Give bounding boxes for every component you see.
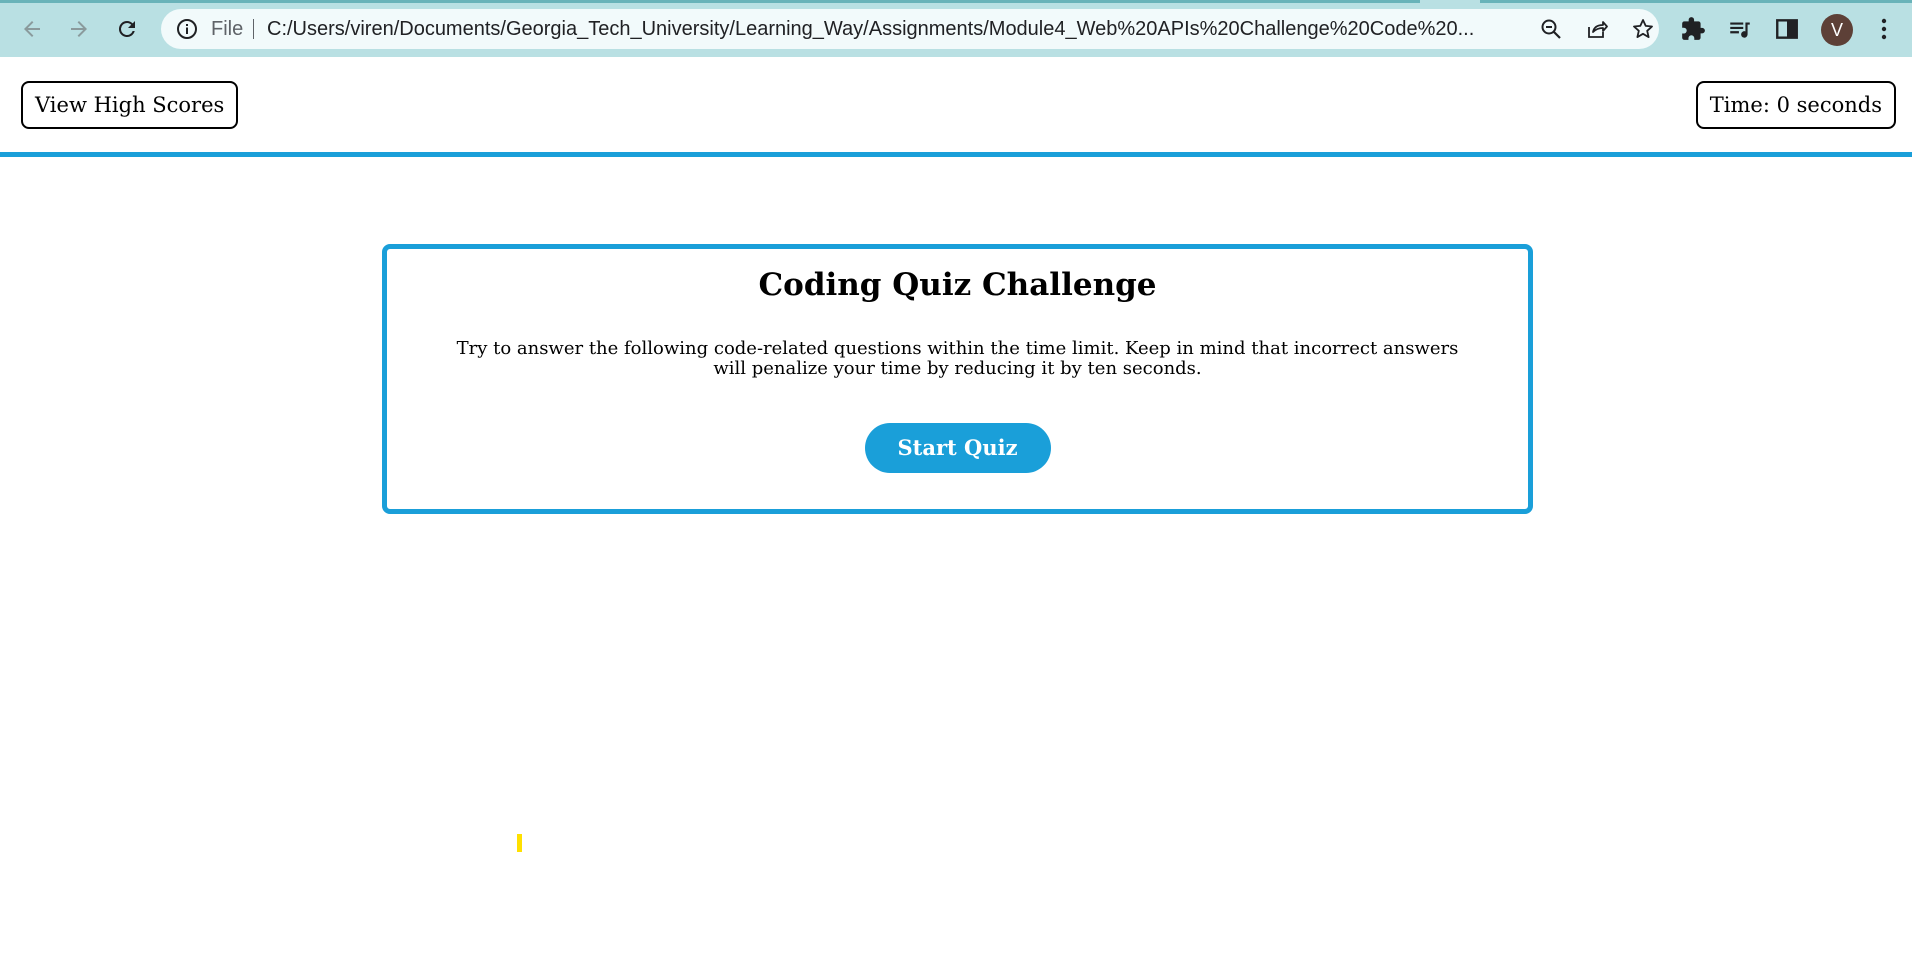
active-tab-edge <box>0 0 1420 3</box>
kebab-menu-icon[interactable] <box>1872 16 1896 42</box>
arrow-right-icon <box>71 21 87 37</box>
side-panel-icon[interactable] <box>1774 16 1800 42</box>
puzzle-icon[interactable] <box>1680 16 1706 42</box>
start-quiz-button[interactable]: Start Quiz <box>864 423 1051 473</box>
view-high-scores-button[interactable]: View High Scores <box>21 81 239 129</box>
info-icon[interactable] <box>175 17 199 41</box>
star-icon[interactable] <box>1631 17 1655 41</box>
back-button[interactable] <box>12 9 52 49</box>
scheme-label: File <box>211 18 244 40</box>
reload-button[interactable] <box>107 9 147 49</box>
address-bar[interactable]: File C:/Users/viren/Documents/Georgia_Te… <box>161 9 1659 49</box>
url-text[interactable]: C:/Users/viren/Documents/Georgia_Tech_Un… <box>267 9 1497 49</box>
browser-toolbar: File C:/Users/viren/Documents/Georgia_Te… <box>0 0 1912 57</box>
address-divider <box>253 19 254 39</box>
timer-display: Time: 0 seconds <box>1695 81 1896 129</box>
page-header: View High Scores Time: 0 seconds <box>0 57 1912 157</box>
tab-strip <box>0 0 1912 3</box>
text-cursor-highlight <box>517 834 522 852</box>
quiz-description: Try to answer the following code-related… <box>456 338 1459 379</box>
tab-edge <box>1480 0 1912 3</box>
zoom-out-icon[interactable] <box>1539 17 1563 41</box>
media-queue-icon[interactable] <box>1727 16 1753 42</box>
profile-avatar[interactable]: V <box>1821 14 1853 46</box>
arrow-left-icon <box>24 21 40 37</box>
forward-button[interactable] <box>59 9 99 49</box>
reload-icon <box>118 20 135 37</box>
quiz-title: Coding Quiz Challenge <box>758 267 1157 303</box>
share-icon[interactable] <box>1585 17 1609 41</box>
quiz-card: Coding Quiz Challenge Try to answer the … <box>382 244 1533 514</box>
